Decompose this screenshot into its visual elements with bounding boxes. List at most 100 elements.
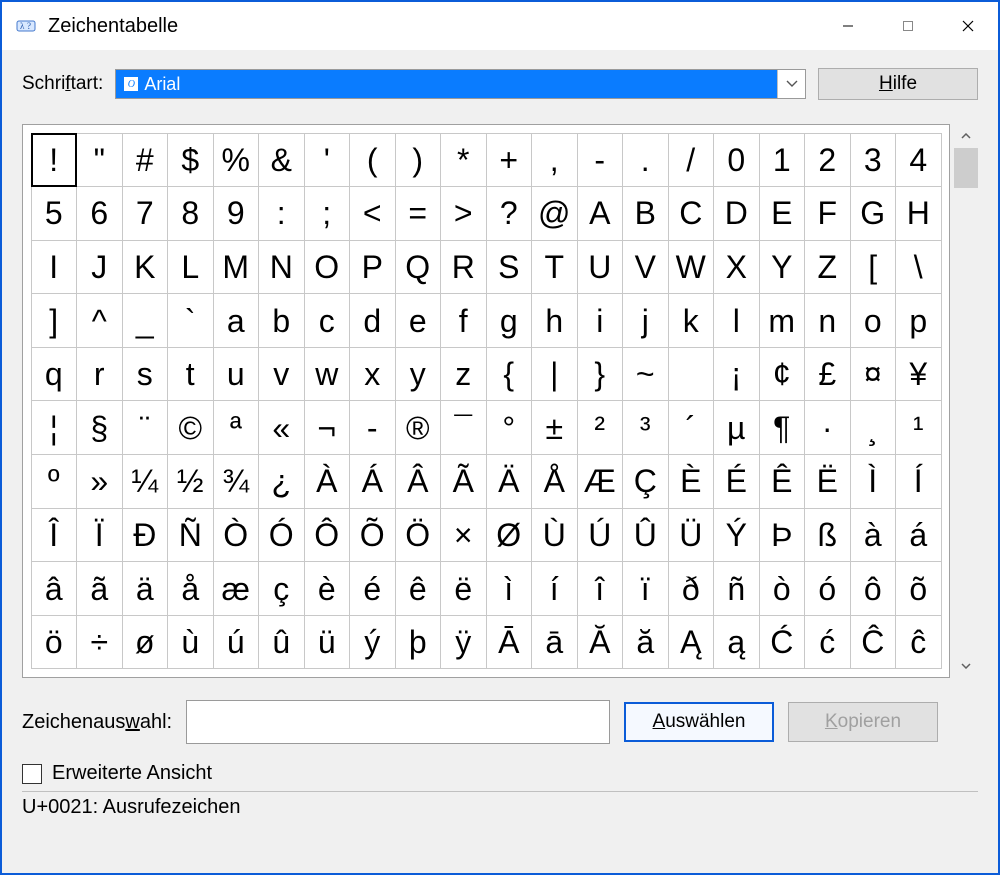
char-cell[interactable]: 9: [213, 186, 260, 241]
char-cell[interactable]: E: [759, 186, 806, 241]
char-cell[interactable]: e: [395, 293, 442, 348]
char-cell[interactable]: V: [622, 240, 669, 295]
char-cell[interactable]: À: [304, 454, 351, 509]
char-cell[interactable]: ~: [622, 347, 669, 402]
char-cell[interactable]: ñ: [713, 561, 760, 616]
font-combobox[interactable]: O Arial: [115, 69, 806, 99]
minimize-button[interactable]: [818, 2, 878, 50]
char-cell[interactable]: B: [622, 186, 669, 241]
char-cell[interactable]: «: [258, 400, 305, 455]
char-cell[interactable]: ±: [531, 400, 578, 455]
font-dropdown-button[interactable]: [777, 70, 805, 98]
char-cell[interactable]: ]: [31, 293, 78, 348]
char-cell[interactable]: ª: [213, 400, 260, 455]
char-cell[interactable]: L: [167, 240, 214, 295]
char-cell[interactable]: g: [486, 293, 533, 348]
char-cell[interactable]: ć: [804, 615, 851, 670]
char-cell[interactable]: a: [213, 293, 260, 348]
char-cell[interactable]: :: [258, 186, 305, 241]
copy-button[interactable]: Kopieren: [788, 702, 938, 742]
char-cell[interactable]: è: [304, 561, 351, 616]
char-cell[interactable]: ½: [167, 454, 214, 509]
scroll-down-button[interactable]: [954, 654, 978, 678]
char-cell[interactable]: y: [395, 347, 442, 402]
char-cell[interactable]: v: [258, 347, 305, 402]
char-cell[interactable]: D: [713, 186, 760, 241]
char-cell[interactable]: ^: [76, 293, 123, 348]
char-cell[interactable]: {: [486, 347, 533, 402]
char-cell[interactable]: ÷: [76, 615, 123, 670]
char-cell[interactable]: ¿: [258, 454, 305, 509]
char-cell[interactable]: Z: [804, 240, 851, 295]
char-cell[interactable]: ã: [76, 561, 123, 616]
char-cell[interactable]: ĉ: [895, 615, 942, 670]
char-cell[interactable]: ¦: [31, 400, 78, 455]
char-cell[interactable]: ø: [122, 615, 169, 670]
char-cell[interactable]: ¾: [213, 454, 260, 509]
char-cell[interactable]: <: [349, 186, 396, 241]
char-cell[interactable]: º: [31, 454, 78, 509]
char-cell[interactable]: Ô: [304, 508, 351, 563]
char-cell[interactable]: /: [668, 133, 715, 188]
char-cell[interactable]: ç: [258, 561, 305, 616]
char-cell[interactable]: ;: [304, 186, 351, 241]
char-cell[interactable]: H: [895, 186, 942, 241]
char-cell[interactable]: ÿ: [440, 615, 487, 670]
char-cell[interactable]: Ý: [713, 508, 760, 563]
char-cell[interactable]: R: [440, 240, 487, 295]
char-cell[interactable]: Õ: [349, 508, 396, 563]
char-cell[interactable]: Ø: [486, 508, 533, 563]
char-cell[interactable]: c: [304, 293, 351, 348]
char-cell[interactable]: ð: [668, 561, 715, 616]
char-cell[interactable]: Ā: [486, 615, 533, 670]
char-cell[interactable]: ä: [122, 561, 169, 616]
char-cell[interactable]: f: [440, 293, 487, 348]
char-cell[interactable]: ì: [486, 561, 533, 616]
char-cell[interactable]: X: [713, 240, 760, 295]
char-cell[interactable]: â: [31, 561, 78, 616]
select-button[interactable]: Auswählen: [624, 702, 774, 742]
char-cell[interactable]: ą: [713, 615, 760, 670]
char-cell[interactable]: `: [167, 293, 214, 348]
selection-output[interactable]: [186, 700, 610, 744]
char-cell[interactable]: Ą: [668, 615, 715, 670]
char-cell[interactable]: Ì: [850, 454, 897, 509]
char-cell[interactable]: |: [531, 347, 578, 402]
char-cell[interactable]: É: [713, 454, 760, 509]
char-cell[interactable]: Ç: [622, 454, 669, 509]
char-cell[interactable]: 8: [167, 186, 214, 241]
char-cell[interactable]: §: [76, 400, 123, 455]
char-cell[interactable]: Ã: [440, 454, 487, 509]
char-cell[interactable]: A: [577, 186, 624, 241]
scroll-up-button[interactable]: [954, 124, 978, 148]
char-cell[interactable]: ô: [850, 561, 897, 616]
char-cell[interactable]: o: [850, 293, 897, 348]
char-cell[interactable]: 0: [713, 133, 760, 188]
char-cell[interactable]: C: [668, 186, 715, 241]
char-cell[interactable]: ": [76, 133, 123, 188]
char-cell[interactable]: p: [895, 293, 942, 348]
char-cell[interactable]: T: [531, 240, 578, 295]
char-cell[interactable]: ): [395, 133, 442, 188]
char-cell[interactable]: m: [759, 293, 806, 348]
char-cell[interactable]: \: [895, 240, 942, 295]
char-cell[interactable]: N: [258, 240, 305, 295]
char-cell[interactable]: ®: [395, 400, 442, 455]
char-cell[interactable]: ¼: [122, 454, 169, 509]
char-cell[interactable]: ,: [531, 133, 578, 188]
char-cell[interactable]: [668, 347, 715, 402]
char-cell[interactable]: È: [668, 454, 715, 509]
char-cell[interactable]: ¸: [850, 400, 897, 455]
char-cell[interactable]: i: [577, 293, 624, 348]
char-cell[interactable]: ×: [440, 508, 487, 563]
char-cell[interactable]: ù: [167, 615, 214, 670]
char-cell[interactable]: @: [531, 186, 578, 241]
advanced-view-checkbox[interactable]: [22, 764, 42, 784]
char-cell[interactable]: s: [122, 347, 169, 402]
char-cell[interactable]: d: [349, 293, 396, 348]
char-cell[interactable]: U: [577, 240, 624, 295]
char-cell[interactable]: .: [622, 133, 669, 188]
char-cell[interactable]: x: [349, 347, 396, 402]
char-cell[interactable]: »: [76, 454, 123, 509]
char-cell[interactable]: ¡: [713, 347, 760, 402]
